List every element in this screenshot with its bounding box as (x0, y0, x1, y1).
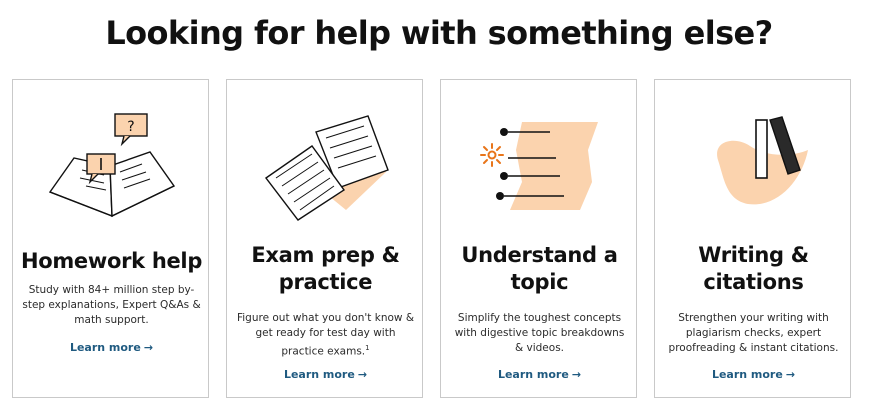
learn-more-label: Learn more (497, 368, 569, 381)
topic-list-icon (441, 100, 638, 230)
arrow-right-icon: → (357, 368, 368, 381)
card-description: Strengthen your writing with plagiarism … (668, 312, 839, 354)
card-writing-citations[interactable]: Writing & citations Strengthen your writ… (654, 79, 851, 398)
exam-papers-icon (227, 100, 424, 230)
learn-more-label: Learn more (711, 368, 783, 381)
card-understand-topic[interactable]: Understand a topic Simplify the toughest… (440, 79, 637, 398)
writing-books-icon (655, 100, 852, 230)
card-title: Homework help (20, 249, 203, 273)
card-title: Understand a topic (461, 243, 618, 294)
card-exam-prep[interactable]: Exam prep & practice Figure out what you… (226, 79, 423, 398)
card-description: Figure out what you don't know & get rea… (235, 311, 416, 360)
arrow-right-icon: → (143, 341, 154, 354)
footnote-marker: 1 (365, 344, 370, 352)
card-description-text: Figure out what you don't know & get rea… (236, 312, 415, 358)
card-title: Writing & citations (698, 243, 809, 294)
learn-more-link[interactable]: Learn more → (13, 341, 210, 354)
card-homework-help[interactable]: ? Homework help Study with 84+ million s… (12, 79, 209, 398)
svg-text:?: ? (127, 119, 134, 135)
arrow-right-icon: → (785, 368, 796, 381)
learn-more-link[interactable]: Learn more → (441, 368, 638, 381)
card-title: Exam prep & practice (251, 243, 400, 294)
learn-more-link[interactable]: Learn more → (227, 368, 424, 381)
learn-more-label: Learn more (283, 368, 355, 381)
card-description: Simplify the toughest concepts with dige… (454, 312, 625, 354)
open-book-question-icon: ? (13, 100, 210, 230)
page-title: Looking for help with something else? (105, 14, 773, 52)
learn-more-label: Learn more (69, 341, 141, 354)
arrow-right-icon: → (571, 368, 582, 381)
learn-more-link[interactable]: Learn more → (655, 368, 852, 381)
card-description: Study with 84+ million step by-step expl… (22, 284, 201, 326)
